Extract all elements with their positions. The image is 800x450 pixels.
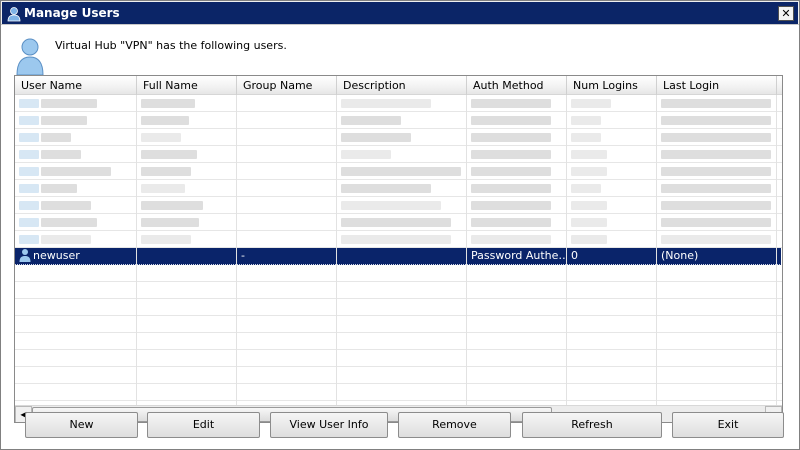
close-button[interactable]: ✕ — [778, 6, 794, 21]
user-icon — [7, 7, 21, 22]
column-divider — [656, 95, 657, 405]
cell-auth-method: Password Authe… — [467, 248, 567, 265]
user-name-text: newuser — [33, 249, 80, 262]
view-user-info-button[interactable]: View User Info — [270, 412, 388, 438]
column-divider — [136, 95, 137, 405]
column-divider — [466, 95, 467, 405]
cell-num-logins: 0 — [567, 248, 657, 265]
refresh-button[interactable]: Refresh — [522, 412, 662, 438]
cell-group-name: - — [237, 248, 337, 265]
exit-button[interactable]: Exit — [672, 412, 784, 438]
table-row[interactable] — [15, 180, 782, 197]
cell-user-name: newuser — [15, 248, 137, 265]
empty-row — [15, 299, 782, 316]
cell-full-name — [137, 248, 237, 265]
users-table: User Name Full Name Group Name Descripti… — [14, 75, 783, 423]
empty-row — [15, 367, 782, 384]
empty-row — [15, 384, 782, 401]
table-row[interactable] — [15, 214, 782, 231]
empty-row — [15, 333, 782, 350]
column-divider — [236, 95, 237, 405]
table-row[interactable] — [15, 95, 782, 112]
empty-row — [15, 316, 782, 333]
empty-row — [15, 282, 782, 299]
table-row[interactable] — [15, 197, 782, 214]
table-row[interactable] — [15, 163, 782, 180]
edit-button[interactable]: Edit — [147, 412, 260, 438]
title-bar-active: Manage Users ✕ — [2, 2, 798, 24]
table-row-newuser[interactable]: newuser - Password Authe… 0 (None) — [15, 248, 782, 265]
column-num-logins[interactable]: Num Logins — [567, 76, 657, 95]
column-divider — [566, 95, 567, 405]
remove-button[interactable]: Remove — [398, 412, 511, 438]
column-description[interactable]: Description — [337, 76, 467, 95]
table-row[interactable] — [15, 112, 782, 129]
table-row[interactable] — [15, 146, 782, 163]
dialog-content: Virtual Hub "VPN" has the following user… — [1, 25, 799, 449]
user-icon — [19, 249, 31, 262]
cell-description — [337, 248, 467, 265]
title-bar: Manage Users ✕ — [1, 1, 799, 25]
column-divider — [776, 95, 777, 405]
empty-row — [15, 350, 782, 367]
cell-last-login: (None) — [657, 248, 782, 265]
user-large-icon — [16, 38, 44, 76]
empty-row — [15, 265, 782, 282]
column-group-name[interactable]: Group Name — [237, 76, 337, 95]
table-header: User Name Full Name Group Name Descripti… — [15, 76, 782, 95]
header-text: Virtual Hub "VPN" has the following user… — [55, 39, 287, 52]
column-full-name[interactable]: Full Name — [137, 76, 237, 95]
column-divider — [336, 95, 337, 405]
column-auth-method[interactable]: Auth Method — [467, 76, 567, 95]
column-user-name[interactable]: User Name — [15, 76, 137, 95]
column-last-login[interactable]: Last Login — [657, 76, 777, 95]
manage-users-window: Manage Users ✕ Virtual Hub "VPN" has the… — [0, 0, 800, 450]
table-row[interactable] — [15, 231, 782, 248]
table-row[interactable] — [15, 129, 782, 146]
table-rows: newuser - Password Authe… 0 (None) — [15, 95, 782, 405]
window-title: Manage Users — [24, 6, 120, 20]
new-button[interactable]: New — [25, 412, 138, 438]
